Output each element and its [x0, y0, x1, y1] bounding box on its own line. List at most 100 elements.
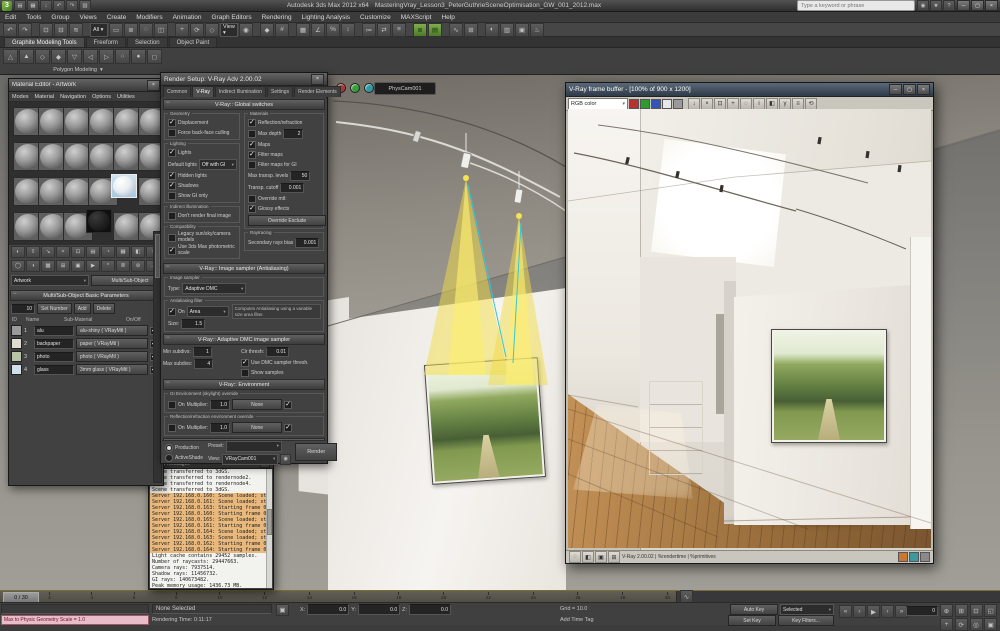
- filter-maps-checkbox[interactable]: [248, 151, 256, 159]
- favorites-icon[interactable]: ★: [930, 0, 942, 11]
- vfb-aspect-icon[interactable]: ⊞: [608, 551, 620, 563]
- help-icon[interactable]: ?: [943, 0, 955, 11]
- infocenter-search-input[interactable]: [797, 0, 915, 11]
- vfb-region-icon[interactable]: ◌: [569, 551, 581, 563]
- production-radio[interactable]: [165, 444, 173, 452]
- save-image-icon[interactable]: ↓: [688, 98, 700, 110]
- show-end-result-icon[interactable]: ◧: [131, 246, 145, 258]
- menu-item[interactable]: Modifiers: [131, 12, 167, 22]
- zoom-all-icon[interactable]: ⊞: [955, 604, 968, 617]
- window-crossing-icon[interactable]: ◫: [154, 23, 168, 37]
- percent-snap-icon[interactable]: %: [326, 23, 340, 37]
- project-folder-icon[interactable]: ▧: [79, 0, 91, 11]
- select-object-icon[interactable]: ▭: [109, 23, 123, 37]
- menu-item[interactable]: Group: [46, 12, 74, 22]
- menu-item[interactable]: Views: [74, 12, 101, 22]
- x-coordinate-field[interactable]: 0.0: [307, 604, 349, 615]
- close-window-icon[interactable]: ×: [917, 84, 930, 95]
- undo-icon[interactable]: ↶: [3, 23, 17, 37]
- aa-filter-dropdown[interactable]: Area▾: [187, 306, 229, 317]
- gi-env-on-checkbox[interactable]: [168, 401, 176, 409]
- min-subdivs-field[interactable]: 1: [193, 347, 212, 357]
- put-to-library-icon[interactable]: ▤: [86, 246, 100, 258]
- material-map-navigator-icon[interactable]: ⊚: [131, 260, 145, 272]
- clr-thresh-field[interactable]: 0.01: [266, 347, 289, 357]
- get-material-icon[interactable]: ◐: [11, 246, 25, 258]
- render-production-icon[interactable]: ♨: [530, 23, 544, 37]
- curve-editor-icon[interactable]: ∿: [449, 23, 463, 37]
- render-setup-titlebar[interactable]: Render Setup: V-Ray Adv 2.00.02×: [161, 73, 327, 86]
- minimize-window-icon[interactable]: ─: [889, 84, 902, 95]
- menu-item[interactable]: Rendering: [257, 12, 297, 22]
- vfb-gray-status-icon[interactable]: [920, 552, 930, 562]
- duplicate-to-host-icon[interactable]: ⊡: [714, 98, 726, 110]
- rollout-global-switches[interactable]: V-Ray:: Global switches: [163, 99, 325, 110]
- region-render-icon[interactable]: ◌: [740, 98, 752, 110]
- render-history-icon[interactable]: ⟲: [805, 98, 817, 110]
- go-to-start-icon[interactable]: «: [839, 605, 852, 618]
- previous-frame-icon[interactable]: ‹: [853, 605, 866, 618]
- menu-item[interactable]: Modes: [9, 92, 32, 101]
- menu-item[interactable]: Material: [32, 92, 58, 101]
- force-backface-checkbox[interactable]: [168, 129, 176, 137]
- set-number-button[interactable]: Set Number: [37, 303, 72, 314]
- color-corrections-icon[interactable]: ◧: [766, 98, 778, 110]
- menu-item[interactable]: Options: [89, 92, 114, 101]
- menu-item[interactable]: Tools: [21, 12, 46, 22]
- sub-material-row[interactable]: 2 backpaper paper ( VRayMtl ): [9, 337, 163, 350]
- sub-material-button[interactable]: photo ( VRayMtl ): [76, 351, 148, 362]
- scrollbar-thumb[interactable]: [267, 509, 272, 535]
- ribbon-tool-element[interactable]: ▽: [67, 49, 82, 64]
- selection-filter-dropdown[interactable]: All ▾: [90, 23, 108, 37]
- select-and-link-icon[interactable]: ⊡: [39, 23, 53, 37]
- aa-on-checkbox[interactable]: [168, 308, 176, 316]
- filter-maps-gi-checkbox[interactable]: [248, 161, 256, 169]
- max-transp-field[interactable]: 50: [290, 171, 310, 181]
- sample-type-icon[interactable]: ◯: [11, 260, 25, 272]
- z-coordinate-field[interactable]: 0.0: [409, 604, 451, 615]
- menu-item[interactable]: Edit: [0, 12, 21, 22]
- photometric-scale-checkbox[interactable]: [168, 247, 176, 255]
- ribbon-tool-vertex[interactable]: △: [3, 49, 18, 64]
- graphite-ribbon-toggle-icon[interactable]: ▤: [428, 23, 442, 37]
- show-samples-checkbox[interactable]: [241, 369, 249, 377]
- ribbon-panel-label[interactable]: Polygon Modeling▾: [3, 67, 153, 73]
- zoom-extents-all-icon[interactable]: ◱: [984, 604, 997, 617]
- material-sample-slot[interactable]: [111, 174, 137, 198]
- next-frame-icon[interactable]: ›: [881, 605, 894, 618]
- ribbon-tool-polygon[interactable]: ◆: [51, 49, 66, 64]
- ribbon-tool-shrink[interactable]: ●: [131, 49, 146, 64]
- mono-channel-icon[interactable]: [673, 99, 683, 109]
- new-scene-icon[interactable]: ▤: [14, 0, 26, 11]
- redo-icon[interactable]: ↷: [18, 23, 32, 37]
- ribbon-tab[interactable]: Object Paint: [169, 37, 218, 47]
- aa-size-field[interactable]: 1.5: [181, 319, 205, 329]
- maxscript-mini-listener[interactable]: [1, 604, 149, 614]
- green-channel-icon[interactable]: [640, 99, 650, 109]
- put-material-to-scene-icon[interactable]: ⇧: [26, 246, 40, 258]
- rollout-adaptive-dmc[interactable]: V-Ray:: Adaptive DMC image sampler: [163, 334, 325, 345]
- reference-coordinate-dropdown[interactable]: View ▾: [220, 23, 238, 37]
- maps-checkbox[interactable]: [248, 141, 256, 149]
- blue-channel-icon[interactable]: [651, 99, 661, 109]
- vfb-titlebar[interactable]: V-Ray frame buffer - [100% of 900 x 1200…: [566, 83, 933, 97]
- viewport-dot-teal-icon[interactable]: [364, 83, 374, 93]
- default-lights-dropdown[interactable]: Off with GI▾: [199, 159, 237, 170]
- menu-item[interactable]: Navigation: [57, 92, 89, 101]
- render-setup-tab[interactable]: V-Ray: [192, 86, 214, 97]
- select-and-scale-icon[interactable]: ◇: [205, 23, 219, 37]
- track-mouse-icon[interactable]: +: [727, 98, 739, 110]
- gi-env-use-checkbox[interactable]: [284, 401, 292, 409]
- reset-map-icon[interactable]: ×: [56, 246, 70, 258]
- rendered-frame-window-icon[interactable]: ▣: [515, 23, 529, 37]
- sub-material-name-field[interactable]: photo: [34, 352, 74, 362]
- render-setup-tab[interactable]: Settings: [267, 86, 293, 97]
- gi-env-mult-field[interactable]: 1.0: [210, 400, 230, 410]
- selected-dropdown[interactable]: Selected▾: [780, 604, 834, 615]
- play-animation-icon[interactable]: ▶: [867, 605, 880, 618]
- max-depth-field[interactable]: 2: [283, 129, 303, 139]
- sub-material-name-field[interactable]: glass: [34, 365, 74, 375]
- ribbon-tab[interactable]: Selection: [127, 37, 168, 47]
- channel-dropdown[interactable]: RGB color▾: [568, 98, 628, 110]
- stamp-icon[interactable]: ≡: [792, 98, 804, 110]
